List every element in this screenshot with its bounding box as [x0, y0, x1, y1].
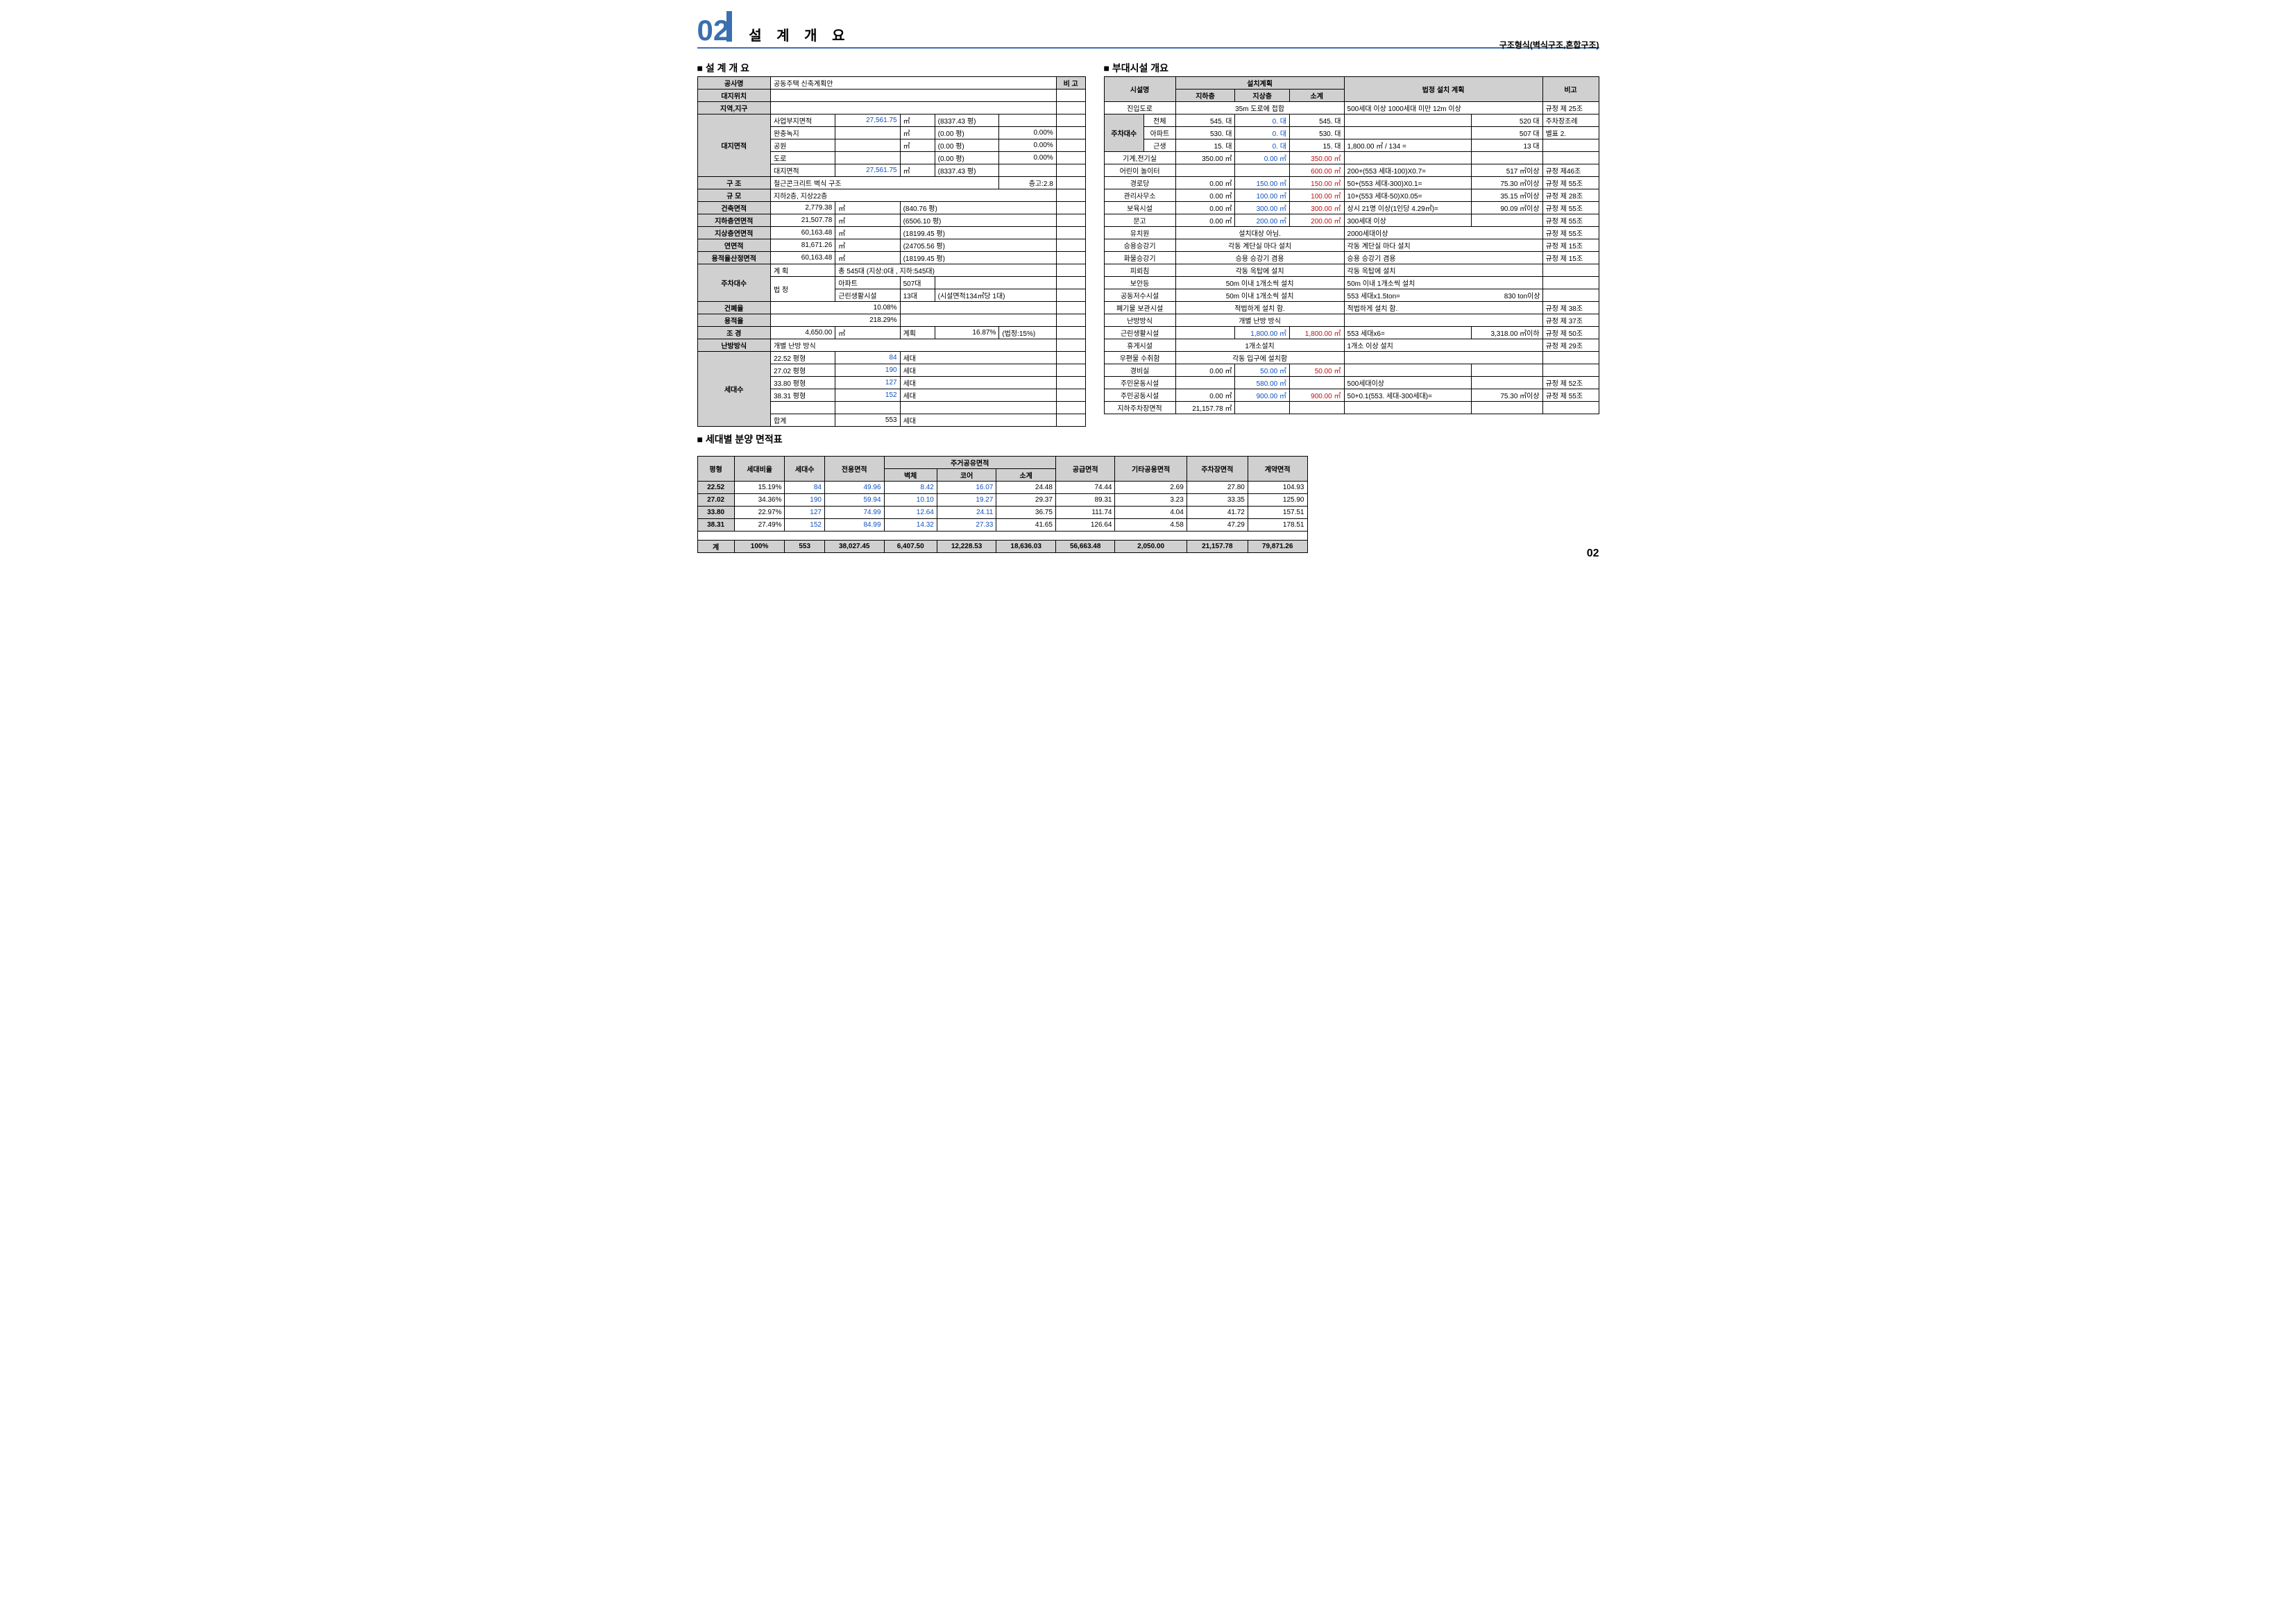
section-heading-area: 세대별 분양 면적표 [697, 432, 1599, 446]
facility-table: 시설명설치계획법정 설치 계획비고지하층지상층소계진입도로35m 도로에 접합5… [1104, 76, 1599, 414]
page-number: 02 [1587, 547, 1599, 560]
design-overview-table: 공사명공동주택 신축계획안비 고대지위치지역,지구대지면적사업부지면적27,56… [697, 76, 1086, 427]
title-number: 02 [697, 14, 730, 47]
section-heading-facility: 부대시설 개요 [1104, 61, 1599, 75]
section-heading-design: 설 계 개 요 [697, 61, 1086, 75]
page: 02 설 계 개 요 구조형식(벽식구조,혼합구조) 설 계 개 요 공사명공동… [670, 0, 1627, 567]
title-bar: 02 설 계 개 요 [697, 14, 1599, 49]
structure-note: 구조형식(벽식구조,혼합구조) [1499, 39, 1599, 51]
page-title: 설 계 개 요 [735, 24, 850, 44]
area-table: 평형세대비율세대수전용면적주거공유면적공급면적기타공용면적주차장면적계약면적벽체… [697, 456, 1308, 553]
